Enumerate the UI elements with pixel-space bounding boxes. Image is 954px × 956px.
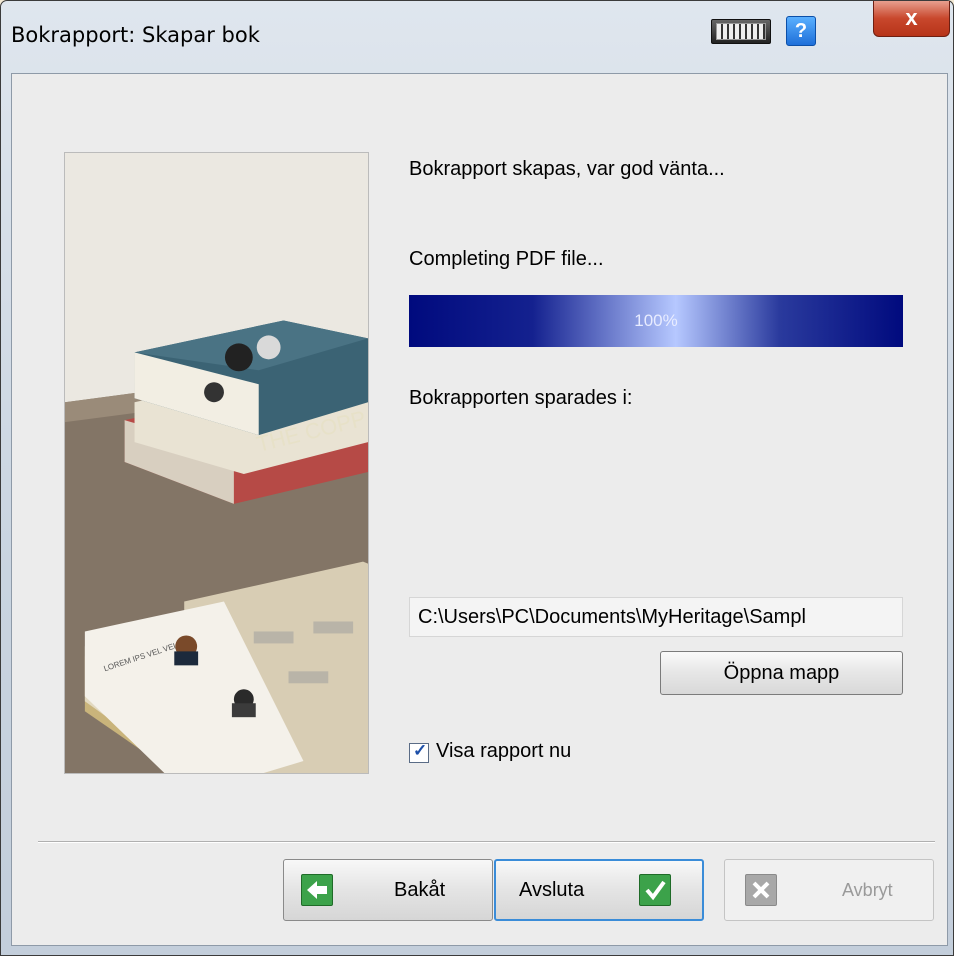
back-button[interactable]: Bakåt [283,859,493,921]
step-text: Completing PDF file... [409,248,604,270]
saved-location-label: Bokrapporten sparades i: [409,387,633,409]
progress-label: 100% [634,311,678,330]
checkmark-icon [639,874,671,906]
cancel-button[interactable]: Avbryt [724,859,934,921]
checkmark-icon: ✓ [413,741,428,760]
window-title: Bokrapport: Skapar bok [11,23,260,47]
finish-label: Avsluta [519,879,585,901]
arrow-left-icon [301,874,333,906]
progress-bar: 100% [409,295,903,347]
cancel-label: Avbryt [842,880,893,900]
dialog-content: THE COPP LOREM IPS VEL VELIT Bokrapport … [11,73,948,946]
book-illustration: THE COPP LOREM IPS VEL VELIT [64,152,369,774]
footer-divider [38,841,935,843]
open-folder-button[interactable]: Öppna mapp [660,651,903,695]
keyboard-icon[interactable] [711,19,771,44]
dialog-window: Bokrapport: Skapar bok ? x THE COPP LORE… [0,0,954,956]
back-label: Bakåt [394,879,446,901]
show-report-checkbox[interactable]: ✓ [409,741,429,763]
show-report-label[interactable]: Visa rapport nu [436,740,571,763]
finish-button[interactable]: Avsluta [494,859,704,921]
close-icon[interactable]: x [873,1,950,37]
save-path-field[interactable]: C:\Users\PC\Documents\MyHeritage\Sampl [409,597,903,637]
help-icon[interactable]: ? [786,16,816,46]
x-icon [745,874,777,906]
status-text: Bokrapport skapas, var god vänta... [409,158,725,180]
